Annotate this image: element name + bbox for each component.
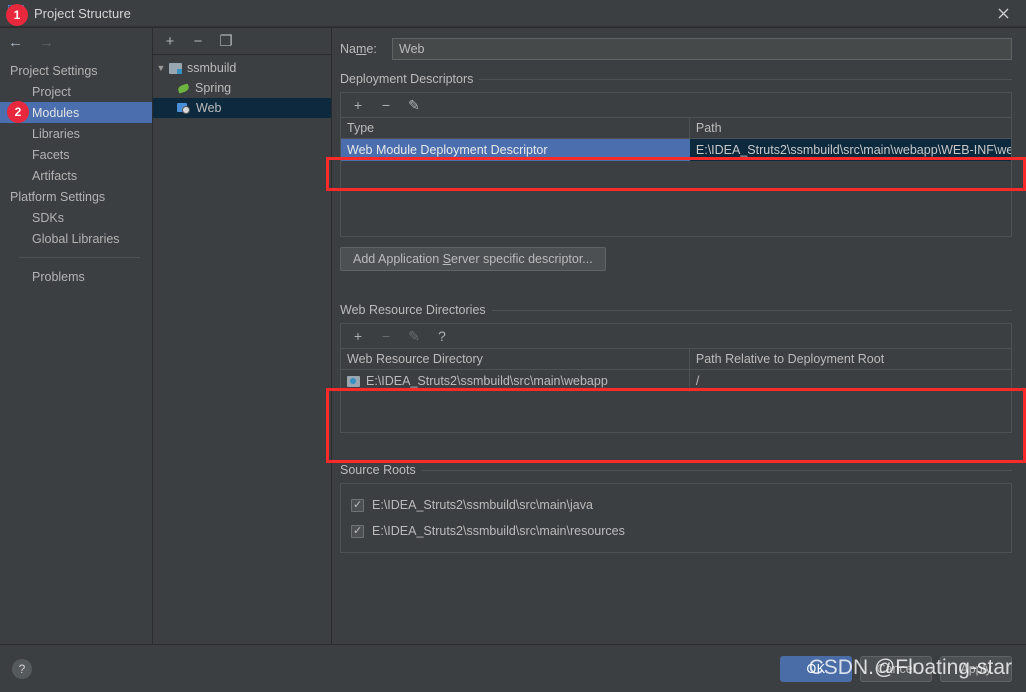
deployment-descriptors-empty-area [341, 161, 1011, 236]
sidebar-item-libraries[interactable]: Libraries [0, 123, 152, 144]
source-root-checkbox[interactable] [351, 524, 364, 538]
deployment-descriptors-toolbar: + − ✎ [341, 93, 1011, 118]
window-title: Project Structure [34, 5, 131, 21]
directory-icon [347, 376, 360, 387]
tree-row-ssmbuild[interactable]: ▼ ssmbuild [153, 58, 331, 78]
sidebar-group-platform-settings: Platform Settings [10, 189, 106, 204]
close-icon[interactable] [980, 0, 1026, 26]
deployment-descriptors-title-row: Deployment Descriptors [340, 72, 1012, 86]
sidebar-divider [18, 257, 140, 258]
edit-descriptor-button[interactable]: ✎ [407, 98, 421, 112]
source-roots-title-row: Source Roots [340, 463, 1012, 477]
web-resource-directories-empty-area [341, 392, 1011, 432]
name-input[interactable]: Web [392, 38, 1012, 60]
web-resource-directories-toolbar: + − ✎ ? [341, 324, 1011, 349]
dialog-body: ← → Project Settings Project Modules Lib… [0, 27, 1026, 644]
source-root-path: E:\IDEA_Struts2\ssmbuild\src\main\java [372, 498, 593, 512]
project-structure-dialog: Project Structure ← → Project Settings P… [0, 0, 1026, 692]
nav-history-controls: ← → [0, 28, 152, 56]
apply-button[interactable]: Apply [940, 655, 1012, 682]
tree-row-web[interactable]: Web [153, 98, 331, 118]
web-facet-settings-pane: Name: Web Deployment Descriptors + − ✎ T… [332, 28, 1026, 644]
arrow-left-icon[interactable]: ← [8, 35, 23, 50]
dialog-button-group: OK Cancel Apply [780, 655, 1012, 682]
source-root-item-resources[interactable]: E:\IDEA_Struts2\ssmbuild\src\main\resour… [341, 518, 1011, 544]
table-header-row: Type Path [341, 118, 1011, 139]
sidebar-item-project[interactable]: Project [0, 81, 152, 102]
tree-item-label: ssmbuild [187, 61, 237, 75]
add-module-button[interactable]: + [163, 34, 177, 49]
section-rule [479, 78, 1012, 80]
table-header-row: Web Resource Directory Path Relative to … [341, 349, 1011, 370]
module-tree-toolbar: + − ❐ [153, 28, 331, 55]
sidebar-list: Project Settings Project Modules Librari… [0, 56, 152, 287]
web-resource-directories-title-row: Web Resource Directories [340, 303, 1012, 317]
cell-directory-text: E:\IDEA_Struts2\ssmbuild\src\main\webapp [366, 374, 608, 388]
sidebar-item-sdks[interactable]: SDKs [0, 207, 152, 228]
cancel-button[interactable]: Cancel [860, 655, 932, 682]
sidebar-item-global-libraries[interactable]: Global Libraries [0, 228, 152, 249]
remove-descriptor-button[interactable]: − [379, 98, 393, 112]
add-application-server-descriptor-button[interactable]: Add Application Server specific descript… [340, 247, 606, 271]
module-tree-list: ▼ ssmbuild Spring Web [153, 55, 331, 118]
add-web-resource-button[interactable]: + [351, 329, 365, 343]
tree-item-label: Spring [195, 81, 232, 95]
web-resource-directories-panel: + − ✎ ? Web Resource Directory Path Rela… [340, 323, 1012, 433]
cell-descriptor-type[interactable]: Web Module Deployment Descriptor [341, 138, 690, 161]
web-resource-directories-table: Web Resource Directory Path Relative to … [341, 349, 1011, 392]
table-row[interactable]: Web Module Deployment Descriptor E:\IDEA… [341, 138, 1011, 161]
module-folder-icon [169, 62, 182, 74]
dialog-footer: ? OK Cancel Apply [0, 644, 1026, 692]
add-server-descriptor-row: Add Application Server specific descript… [340, 247, 1012, 271]
help-web-resource-button[interactable]: ? [435, 329, 449, 343]
column-header-path[interactable]: Path [689, 118, 1011, 139]
column-header-relative-path[interactable]: Path Relative to Deployment Root [689, 349, 1011, 370]
section-rule [491, 309, 1012, 311]
tree-row-spring[interactable]: Spring [153, 78, 331, 98]
sidebar-group-project-settings: Project Settings [10, 63, 98, 78]
sidebar-item-artifacts[interactable]: Artifacts [0, 165, 152, 186]
web-facet-icon [177, 102, 191, 115]
copy-module-button[interactable]: ❐ [219, 34, 233, 49]
source-roots-panel: E:\IDEA_Struts2\ssmbuild\src\main\java E… [340, 483, 1012, 553]
source-root-path: E:\IDEA_Struts2\ssmbuild\src\main\resour… [372, 524, 625, 538]
add-descriptor-button[interactable]: + [351, 98, 365, 112]
spring-facet-icon [177, 82, 190, 94]
cell-web-resource-directory[interactable]: E:\IDEA_Struts2\ssmbuild\src\main\webapp [341, 369, 690, 392]
section-rule [421, 469, 1012, 471]
ok-button[interactable]: OK [780, 655, 852, 682]
arrow-right-icon[interactable]: → [39, 35, 54, 50]
web-resource-directories-title: Web Resource Directories [340, 303, 486, 317]
module-tree-pane: + − ❐ ▼ ssmbuild Spring Web [153, 28, 332, 644]
source-root-item-java[interactable]: E:\IDEA_Struts2\ssmbuild\src\main\java [341, 492, 1011, 518]
annotation-badge-1: 1 [6, 4, 28, 26]
name-label: Name: [340, 42, 377, 56]
annotation-badge-2: 2 [7, 101, 29, 123]
table-row[interactable]: E:\IDEA_Struts2\ssmbuild\src\main\webapp… [341, 369, 1011, 393]
sidebar-item-facets[interactable]: Facets [0, 144, 152, 165]
deployment-descriptors-title: Deployment Descriptors [340, 72, 474, 86]
deployment-descriptors-table: Type Path Web Module Deployment Descript… [341, 118, 1011, 161]
remove-web-resource-button[interactable]: − [379, 329, 393, 343]
remove-module-button[interactable]: − [191, 34, 205, 49]
name-row: Name: Web [332, 28, 1026, 60]
source-root-checkbox[interactable] [351, 498, 364, 512]
cell-relative-path[interactable]: / [689, 370, 1011, 393]
column-header-type[interactable]: Type [341, 118, 690, 139]
edit-web-resource-button[interactable]: ✎ [407, 329, 421, 343]
cell-descriptor-path[interactable]: E:\IDEA_Struts2\ssmbuild\src\main\webapp… [689, 138, 1011, 161]
tree-item-label: Web [196, 101, 222, 115]
question-mark-icon[interactable]: ? [12, 658, 32, 679]
source-roots-title: Source Roots [340, 463, 416, 477]
title-bar: Project Structure [0, 0, 1026, 27]
column-header-web-resource-directory[interactable]: Web Resource Directory [341, 349, 690, 370]
deployment-descriptors-panel: + − ✎ Type Path Web Module Deployment De… [340, 92, 1012, 237]
sidebar-item-problems[interactable]: Problems [0, 266, 152, 287]
chevron-down-icon[interactable]: ▼ [153, 63, 169, 73]
